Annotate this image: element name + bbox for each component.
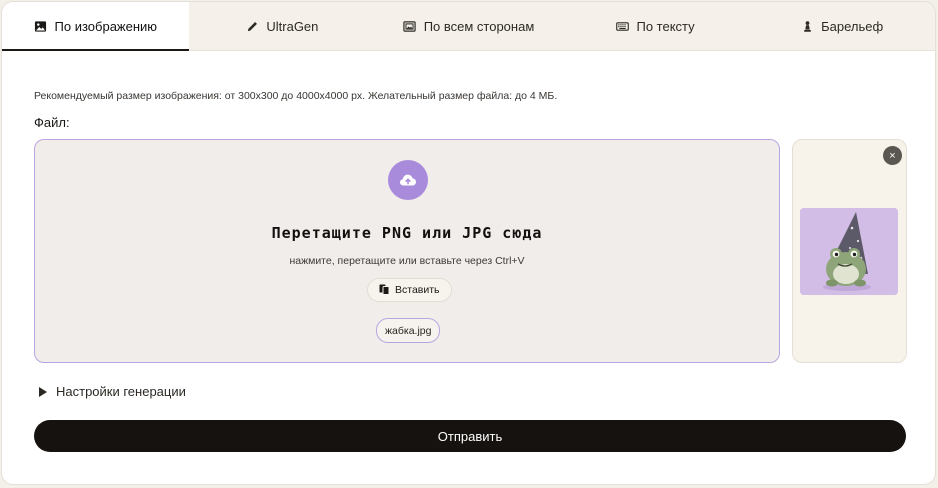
submit-button[interactable]: Отправить xyxy=(34,420,906,452)
tab-label: По изображению xyxy=(54,18,158,34)
tab-all-sides[interactable]: По всем сторонам xyxy=(375,2,562,50)
frog-wizard-thumbnail xyxy=(800,208,898,295)
expand-triangle-icon xyxy=(39,386,47,397)
file-dropzone[interactable]: Перетащите PNG или JPG сюда нажмите, пер… xyxy=(34,139,780,363)
chess-pawn-icon xyxy=(800,19,814,33)
tab-label: Барельеф xyxy=(821,18,884,34)
image-preview: × xyxy=(792,139,907,363)
size-hint: Рекомендуемый размер изображения: от 300… xyxy=(34,90,558,102)
tab-by-text[interactable]: По тексту xyxy=(562,2,749,50)
tab-bas-relief[interactable]: Барельеф xyxy=(748,2,935,50)
remove-image-button[interactable]: × xyxy=(883,146,902,165)
mode-tabs: По изображению UltraGen По всем сторонам… xyxy=(2,2,935,51)
gallery-icon xyxy=(403,19,417,33)
tab-label: По тексту xyxy=(636,18,695,34)
tab-ultragen[interactable]: UltraGen xyxy=(189,2,376,50)
generation-settings-toggle[interactable]: Настройки генерации xyxy=(39,384,186,399)
dropzone-subtitle: нажмите, перетащите или вставьте через C… xyxy=(289,255,525,267)
upload-cloud-icon xyxy=(388,160,428,200)
window: По изображению UltraGen По всем сторонам… xyxy=(1,1,936,485)
clipboard-icon xyxy=(379,283,390,298)
paste-button[interactable]: Вставить xyxy=(367,278,452,302)
tab-label: По всем сторонам xyxy=(423,18,535,34)
tab-by-image[interactable]: По изображению xyxy=(2,2,189,51)
file-label: Файл: xyxy=(34,115,70,130)
tab-label: UltraGen xyxy=(266,18,319,34)
selected-file-chip[interactable]: жабка.jpg xyxy=(376,318,441,343)
image-icon xyxy=(34,19,48,33)
paste-button-label: Вставить xyxy=(395,284,440,296)
pencil-icon xyxy=(245,19,259,33)
keyboard-icon xyxy=(615,19,629,33)
dropzone-title: Перетащите PNG или JPG сюда xyxy=(271,224,543,242)
settings-label: Настройки генерации xyxy=(56,384,186,399)
